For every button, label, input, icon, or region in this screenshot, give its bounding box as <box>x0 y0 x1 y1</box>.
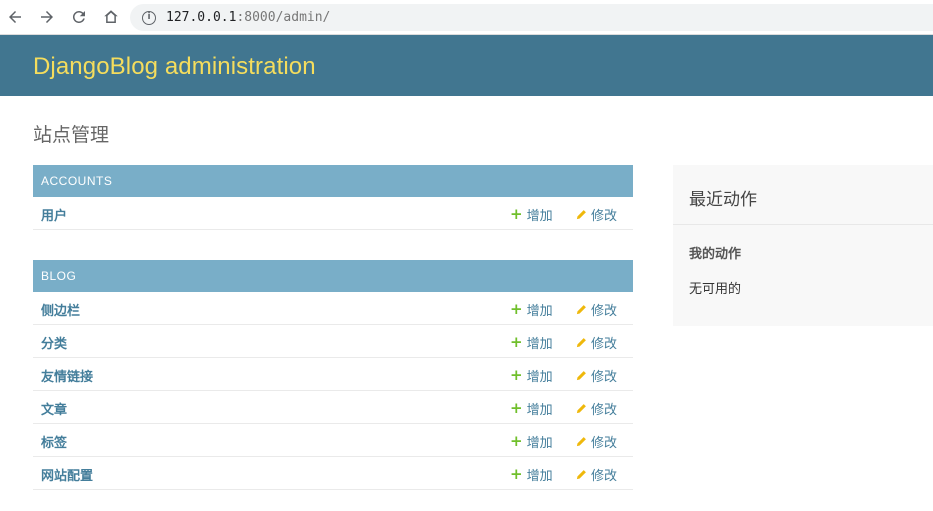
add-button[interactable]: + 增加 <box>510 333 553 353</box>
add-label: 增加 <box>526 304 553 319</box>
pencil-icon <box>576 437 586 447</box>
change-label: 修改 <box>591 370 618 385</box>
back-button[interactable] <box>2 4 28 30</box>
change-label: 修改 <box>591 403 618 418</box>
model-link-sidebar[interactable]: 侧边栏 <box>41 300 80 319</box>
add-button[interactable]: + 增加 <box>510 432 553 452</box>
recent-actions-panel: 最近动作 我的动作 无可用的 <box>673 165 933 326</box>
change-label: 修改 <box>591 304 618 319</box>
change-button[interactable]: 修改 <box>576 333 617 352</box>
add-label: 增加 <box>526 403 553 418</box>
change-button[interactable]: 修改 <box>576 432 617 451</box>
home-button[interactable] <box>98 4 124 30</box>
model-link-article[interactable]: 文章 <box>41 399 67 418</box>
page-title: 站点管理 <box>33 124 110 146</box>
plus-icon: + <box>510 432 523 450</box>
url-path: :8000/admin/ <box>236 10 331 25</box>
reload-button[interactable] <box>66 4 92 30</box>
info-icon[interactable]: i <box>142 10 156 25</box>
change-label: 修改 <box>591 469 618 484</box>
plus-icon: + <box>510 399 523 417</box>
pencil-icon <box>576 404 586 414</box>
table-row: 分类 + 增加 修改 <box>33 325 633 358</box>
add-button[interactable]: + 增加 <box>510 300 553 320</box>
module-caption-blog[interactable]: BLOG <box>33 260 633 292</box>
recent-actions-title: 最近动作 <box>689 190 757 210</box>
model-link-category[interactable]: 分类 <box>41 333 67 352</box>
url-host: 127.0.0.1 <box>166 10 237 25</box>
model-link-site-config[interactable]: 网站配置 <box>41 465 93 484</box>
change-button[interactable]: 修改 <box>576 205 617 224</box>
plus-icon: + <box>510 465 523 483</box>
table-row: 网站配置 + 增加 修改 <box>33 457 633 490</box>
arrow-left-icon <box>9 11 21 23</box>
add-label: 增加 <box>526 469 553 484</box>
add-button[interactable]: + 增加 <box>510 205 553 225</box>
pencil-icon <box>576 371 586 381</box>
table-row: 标签 + 增加 修改 <box>33 424 633 457</box>
change-label: 修改 <box>591 337 618 352</box>
add-label: 增加 <box>526 370 553 385</box>
plus-icon: + <box>510 205 523 223</box>
reload-icon <box>72 10 85 23</box>
module-caption-accounts[interactable]: ACCOUNTS <box>33 165 633 197</box>
add-label: 增加 <box>526 209 553 224</box>
pencil-icon <box>576 305 586 315</box>
model-link-links[interactable]: 友情链接 <box>41 366 93 385</box>
forward-button[interactable] <box>34 4 60 30</box>
url-text: 127.0.0.1:8000/admin/ <box>166 10 330 25</box>
add-button[interactable]: + 增加 <box>510 465 553 485</box>
change-button[interactable]: 修改 <box>576 300 617 319</box>
plus-icon: + <box>510 300 523 318</box>
module-accounts: ACCOUNTS 用户 + 增加 修改 <box>33 165 633 230</box>
browser-toolbar: i 127.0.0.1:8000/admin/ <box>0 0 933 35</box>
no-actions-text: 无可用的 <box>689 282 742 297</box>
change-label: 修改 <box>591 209 618 224</box>
module-blog: BLOG 侧边栏 + 增加 修改 分类 + 增加 修改 友情链接 + 增加 修改 文章… <box>33 260 633 490</box>
pencil-icon <box>576 338 586 348</box>
table-row: 友情链接 + 增加 修改 <box>33 358 633 391</box>
table-row: 文章 + 增加 修改 <box>33 391 633 424</box>
plus-icon: + <box>510 366 523 384</box>
home-icon <box>104 10 118 23</box>
table-row: 用户 + 增加 修改 <box>33 197 633 230</box>
change-button[interactable]: 修改 <box>576 366 617 385</box>
arrow-right-icon <box>41 11 53 23</box>
site-title[interactable]: DjangoBlog administration <box>33 53 316 81</box>
model-link-tag[interactable]: 标签 <box>41 432 67 451</box>
table-row: 侧边栏 + 增加 修改 <box>33 292 633 325</box>
add-button[interactable]: + 增加 <box>510 366 553 386</box>
site-header: DjangoBlog administration <box>0 35 933 96</box>
address-bar[interactable]: i 127.0.0.1:8000/admin/ <box>130 4 933 31</box>
add-label: 增加 <box>526 337 553 352</box>
change-label: 修改 <box>591 436 618 451</box>
change-button[interactable]: 修改 <box>576 399 617 418</box>
add-label: 增加 <box>526 436 553 451</box>
pencil-icon <box>576 470 586 480</box>
my-actions-heading: 我的动作 <box>689 247 742 262</box>
plus-icon: + <box>510 333 523 351</box>
change-button[interactable]: 修改 <box>576 465 617 484</box>
add-button[interactable]: + 增加 <box>510 399 553 419</box>
model-link-users[interactable]: 用户 <box>41 205 67 224</box>
divider <box>673 224 933 225</box>
pencil-icon <box>576 210 586 220</box>
